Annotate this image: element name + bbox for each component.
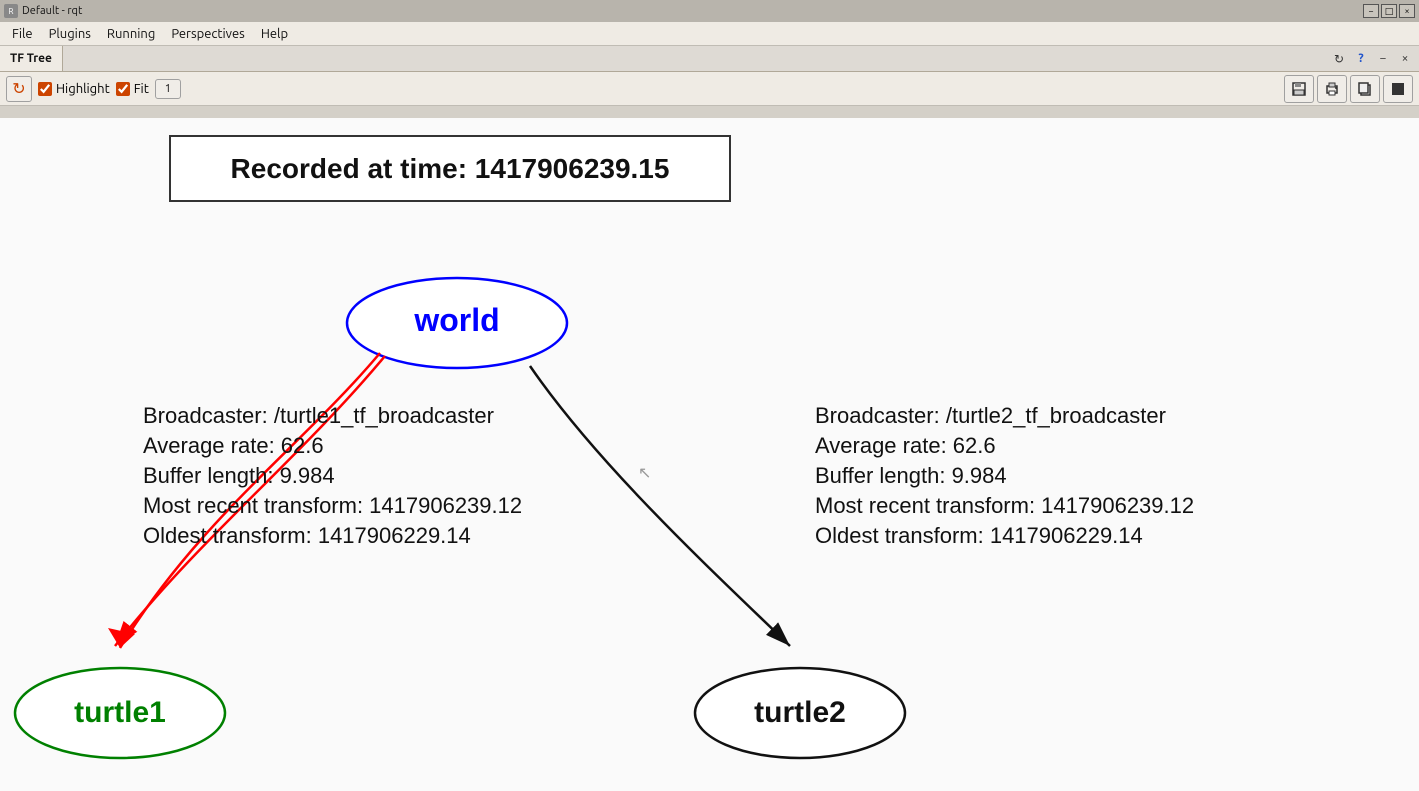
window-title-bar: R Default - rqt − □ × xyxy=(0,0,1419,22)
export-icon xyxy=(1390,81,1406,97)
badge-label: 1 xyxy=(165,83,171,95)
turtle1-node-label: turtle1 xyxy=(74,696,166,729)
copy-button[interactable] xyxy=(1350,75,1380,103)
menu-bar: File Plugins Running Perspectives Help xyxy=(0,22,1419,46)
right-toolbar xyxy=(1284,75,1413,103)
tree-diagram: Recorded at time: 1417906239.15 world tu… xyxy=(0,118,1419,791)
menu-help[interactable]: Help xyxy=(253,25,296,43)
badge-button[interactable]: 1 xyxy=(155,79,181,99)
close-icon: × xyxy=(1402,52,1409,65)
toolbar: ↻ Highlight Fit 1 xyxy=(0,72,1419,106)
left-oldest: Oldest transform: 1417906229.14 xyxy=(143,523,471,548)
turtle2-node-label: turtle2 xyxy=(754,696,846,729)
plugin-tab-tf-tree[interactable]: TF Tree xyxy=(0,46,63,71)
plugin-tab-label: TF Tree xyxy=(10,52,52,65)
print-button[interactable] xyxy=(1317,75,1347,103)
highlight-checkbox-label[interactable]: Highlight xyxy=(38,82,110,96)
minimize-button[interactable]: − xyxy=(1363,4,1379,18)
plugin-minimize-btn[interactable]: − xyxy=(1373,49,1393,69)
copy-icon xyxy=(1357,81,1373,97)
fit-checkbox[interactable] xyxy=(116,82,130,96)
highlight-label: Highlight xyxy=(56,82,110,96)
export-button[interactable] xyxy=(1383,75,1413,103)
left-most-recent: Most recent transform: 1417906239.12 xyxy=(143,493,522,518)
left-buffer-length: Buffer length: 9.984 xyxy=(143,463,335,488)
highlight-checkbox[interactable] xyxy=(38,82,52,96)
help-icon: ? xyxy=(1358,52,1363,65)
svg-text:↖: ↖ xyxy=(638,465,651,482)
print-icon xyxy=(1324,81,1340,97)
plugin-header-icons: ↻ ? − × xyxy=(1329,46,1419,71)
world-node-label: world xyxy=(413,302,499,338)
menu-running[interactable]: Running xyxy=(99,25,163,43)
plugin-close-btn[interactable]: × xyxy=(1395,49,1415,69)
left-avg-rate: Average rate: 62.6 xyxy=(143,433,324,458)
menu-perspectives[interactable]: Perspectives xyxy=(163,25,252,43)
recorded-time-text: Recorded at time: 1417906239.15 xyxy=(231,153,670,184)
plugin-header: TF Tree ↻ ? − × xyxy=(0,46,1419,72)
right-broadcaster: Broadcaster: /turtle2_tf_broadcaster xyxy=(815,403,1166,428)
menu-file[interactable]: File xyxy=(4,25,41,43)
minimize-icon: − xyxy=(1380,52,1387,65)
right-buffer-length: Buffer length: 9.984 xyxy=(815,463,1007,488)
save-button[interactable] xyxy=(1284,75,1314,103)
left-broadcaster: Broadcaster: /turtle1_tf_broadcaster xyxy=(143,403,494,428)
close-button[interactable]: × xyxy=(1399,4,1415,18)
canvas-area: Recorded at time: 1417906239.15 world tu… xyxy=(0,118,1419,791)
right-avg-rate: Average rate: 62.6 xyxy=(815,433,996,458)
maximize-button[interactable]: □ xyxy=(1381,4,1397,18)
save-icon xyxy=(1291,81,1307,97)
refresh-spin-icon: ↻ xyxy=(12,79,25,98)
window-title: Default - rqt xyxy=(22,5,1359,17)
fit-label: Fit xyxy=(134,82,149,96)
right-oldest: Oldest transform: 1417906229.14 xyxy=(815,523,1143,548)
help-icon-btn[interactable]: ? xyxy=(1351,49,1371,69)
window-controls: − □ × xyxy=(1363,4,1415,18)
refresh-icon-btn[interactable]: ↻ xyxy=(1329,49,1349,69)
menu-plugins[interactable]: Plugins xyxy=(41,25,99,43)
app-icon: R xyxy=(4,4,18,18)
refresh-button[interactable]: ↻ xyxy=(6,76,32,102)
right-most-recent: Most recent transform: 1417906239.12 xyxy=(815,493,1194,518)
fit-checkbox-label[interactable]: Fit xyxy=(116,82,149,96)
refresh-icon: ↻ xyxy=(1334,52,1344,66)
